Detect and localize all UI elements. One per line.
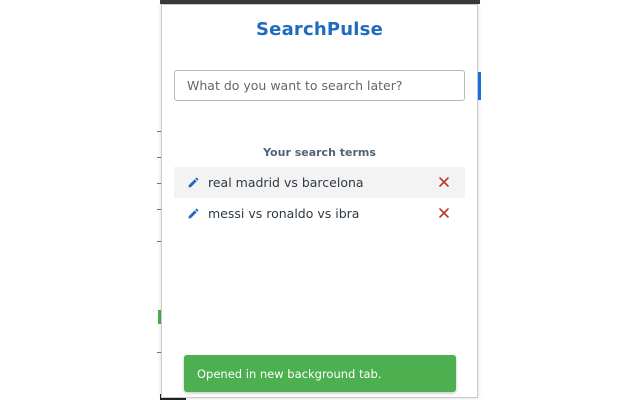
search-term-label[interactable]: messi vs ronaldo vs ibra bbox=[208, 206, 359, 221]
screen: SearchPulse Your search terms real madri… bbox=[0, 0, 640, 400]
search-terms-list: real madrid vs barcelona messi vs ronald… bbox=[174, 167, 465, 229]
pencil-icon[interactable] bbox=[186, 176, 200, 190]
search-terms-heading: Your search terms bbox=[263, 146, 376, 159]
close-icon[interactable] bbox=[437, 175, 451, 189]
search-input[interactable] bbox=[174, 70, 465, 101]
app-title: SearchPulse bbox=[256, 19, 383, 40]
search-term-label[interactable]: real madrid vs barcelona bbox=[208, 175, 364, 190]
extension-popup: SearchPulse Your search terms real madri… bbox=[161, 4, 478, 398]
close-icon[interactable] bbox=[437, 206, 451, 220]
toast-message: Opened in new background tab. bbox=[197, 366, 382, 381]
search-term-row[interactable]: messi vs ronaldo vs ibra bbox=[174, 198, 465, 229]
search-term-row[interactable]: real madrid vs barcelona bbox=[174, 167, 465, 198]
pencil-icon[interactable] bbox=[186, 207, 200, 221]
toast-notification: Opened in new background tab. bbox=[184, 355, 456, 392]
